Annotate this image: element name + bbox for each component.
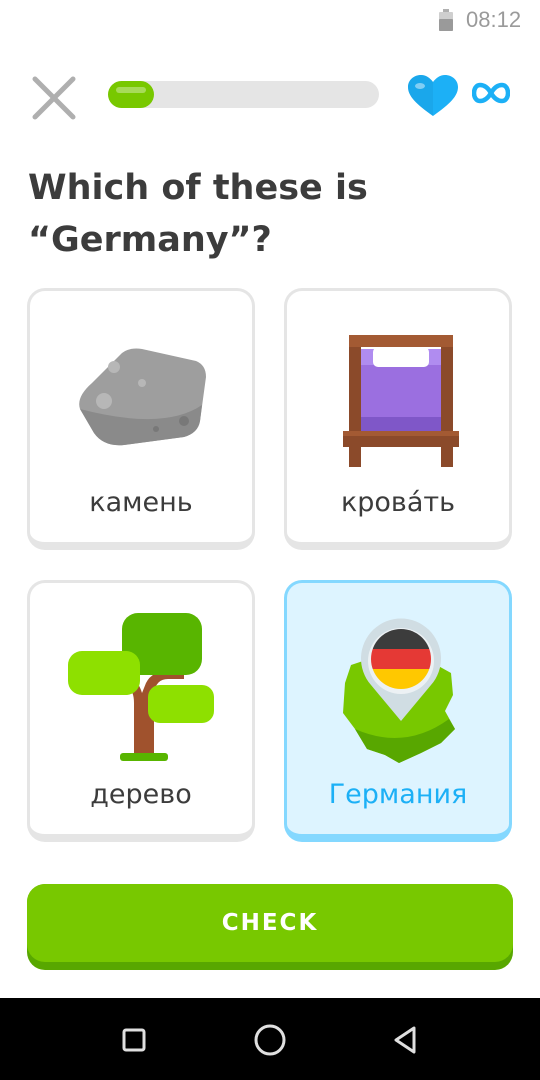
progress-fill	[108, 81, 154, 108]
option-card-rock[interactable]: камень	[27, 288, 255, 550]
option-label: камень	[89, 487, 193, 518]
option-card-germany[interactable]: Германия	[284, 580, 512, 842]
status-bar: 08:12	[0, 0, 540, 44]
square-icon[interactable]	[114, 1020, 154, 1060]
infinity-icon	[472, 82, 510, 104]
close-icon[interactable]	[30, 74, 78, 122]
circle-icon[interactable]	[250, 1020, 290, 1060]
triangle-back-icon[interactable]	[386, 1020, 426, 1060]
navigation-bar	[0, 998, 540, 1080]
option-label: кровáть	[340, 487, 456, 518]
lesson-header	[0, 70, 540, 122]
germany-map-icon	[343, 618, 455, 763]
option-label: Германия	[328, 779, 468, 810]
bed-icon	[343, 335, 459, 467]
check-button-face: CHECK	[27, 884, 513, 962]
option-card-tree[interactable]: дерево	[27, 580, 255, 842]
heart-icon[interactable]	[406, 74, 460, 118]
option-card-bed[interactable]: кровáть	[284, 288, 512, 550]
progress-shine	[116, 87, 146, 93]
progress-bar	[108, 81, 379, 108]
check-button[interactable]: CHECK	[27, 884, 513, 970]
tree-icon	[68, 613, 214, 761]
status-time: 08:12	[466, 7, 522, 32]
question-title: Which of these is “Germany”?	[28, 168, 368, 260]
rock-icon	[79, 348, 206, 446]
battery-icon	[439, 9, 453, 31]
check-button-label: CHECK	[221, 910, 319, 936]
option-label: дерево	[90, 779, 192, 810]
